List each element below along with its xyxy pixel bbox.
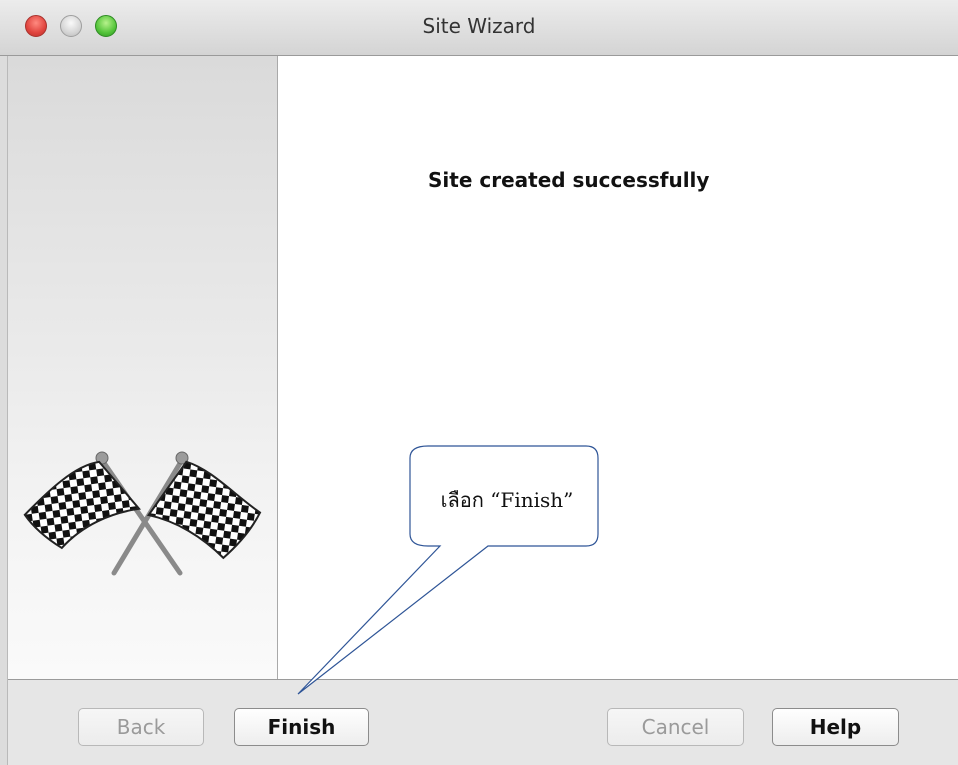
site-wizard-window: Site Wizard Site created successfully Ba… <box>0 0 958 765</box>
title-bar[interactable]: Site Wizard <box>0 0 958 56</box>
checkered-flags-icon <box>23 451 262 576</box>
window-title: Site Wizard <box>422 14 536 38</box>
wizard-content-pane <box>279 56 958 679</box>
back-button[interactable]: Back <box>78 708 204 746</box>
callout-text: เลือก “Finish” <box>440 488 574 512</box>
success-message: Site created successfully <box>428 168 710 192</box>
window-left-edge <box>0 56 8 765</box>
cancel-button[interactable]: Cancel <box>607 708 744 746</box>
finish-button[interactable]: Finish <box>234 708 369 746</box>
help-button[interactable]: Help <box>772 708 899 746</box>
